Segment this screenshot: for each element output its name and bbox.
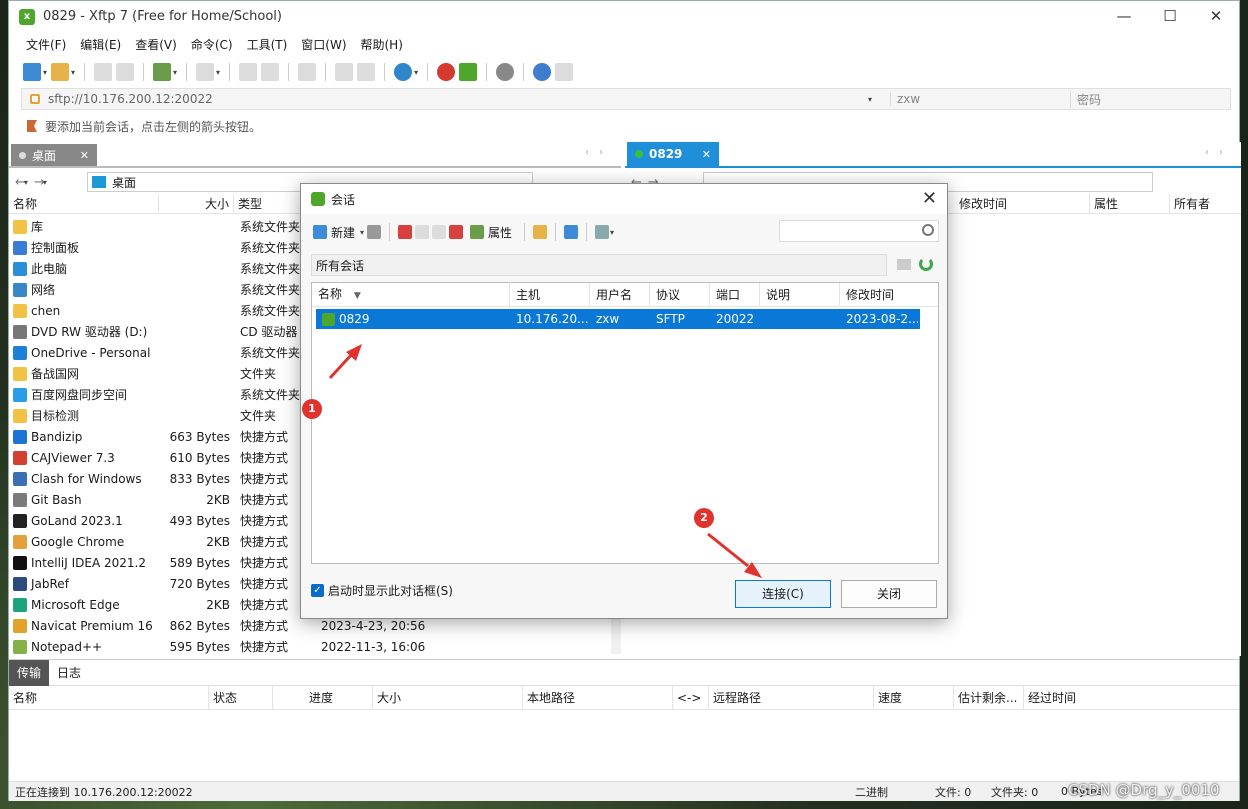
step-badge-2: 2 xyxy=(694,508,714,528)
watermark: CSDN @Drg_y_0010 xyxy=(1068,781,1220,799)
arrow-1-line xyxy=(328,352,354,380)
step-badge-1: 1 xyxy=(302,399,322,419)
arrow-2-line xyxy=(707,532,749,568)
annotation-arrows xyxy=(328,344,762,578)
